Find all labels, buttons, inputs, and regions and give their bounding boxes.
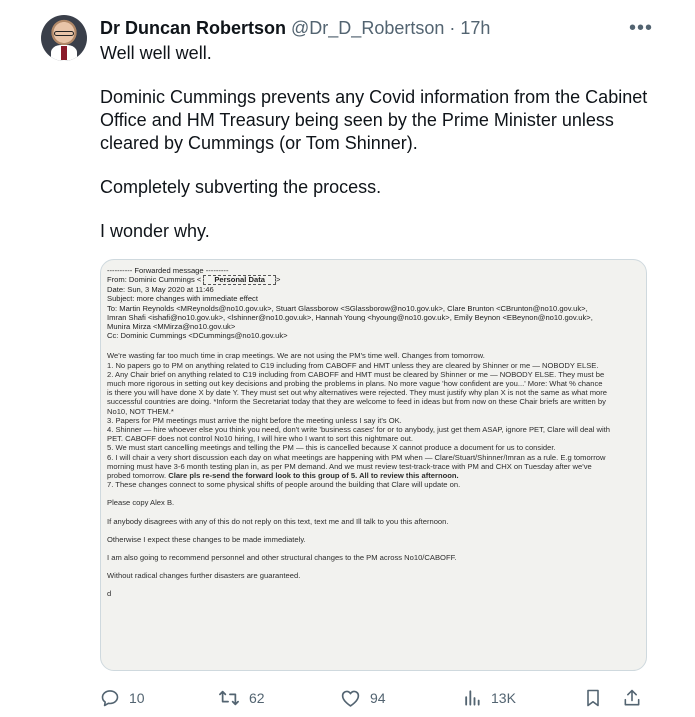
email-body: We're wasting far too much time in crap … [107, 351, 640, 489]
email-body-line: morning must have 3-6 month testing plan… [107, 461, 592, 471]
tweet-paragraph: Dominic Cummings prevents any Covid info… [100, 87, 648, 153]
reply-button[interactable]: 10 [100, 688, 145, 708]
email-body-line: 2. Any Chair brief on anything related t… [107, 369, 605, 379]
email-body-line: 7. These changes connect to some physica… [107, 480, 461, 490]
email-body-line: No10, NOT THEM.* [107, 406, 174, 416]
share-button[interactable] [622, 688, 642, 708]
email-body-text: probed tomorrow. [107, 471, 167, 481]
email-body-line: 4. Shinner — hire whoever else you think… [107, 425, 610, 435]
email-body-line: is there you will have done X by date Y.… [107, 388, 608, 398]
email-body-bold: Clare pls re-send the forward look to th… [168, 471, 459, 481]
email-tail-line: I am also going to recommend personnel a… [107, 553, 457, 563]
tweet-paragraph: Well well well. [100, 43, 212, 63]
reply-icon [100, 688, 120, 708]
email-body-line: much more rigorous in setting out key de… [107, 379, 603, 389]
avatar-tie [61, 46, 67, 60]
email-body-line: 6. I will chair a very short discussion … [107, 452, 606, 462]
tweet-image[interactable]: ---------- Forwarded message --------- F… [100, 259, 647, 671]
avatar-glasses [54, 31, 74, 36]
tweet-text: Well well well. Dominic Cummings prevent… [100, 42, 660, 264]
date-line: Date: Sun, 3 May 2020 at 11:46 [107, 285, 214, 295]
tweet-paragraph: I wonder why. [100, 221, 210, 241]
from-end: > [275, 275, 281, 285]
bookmark-icon [583, 688, 603, 708]
retweet-count: 62 [249, 690, 265, 706]
author-handle[interactable]: @Dr_D_Robertson [291, 18, 444, 38]
bookmark-button[interactable] [583, 688, 603, 708]
views-button[interactable]: 13K [462, 688, 516, 708]
email-signoff: d [107, 589, 112, 599]
like-icon [340, 688, 361, 708]
email-screenshot: ---------- Forwarded message --------- F… [107, 266, 640, 599]
email-body-line: 1. No papers go to PM on anything relate… [107, 360, 599, 370]
email-body-line: 3. Papers for PM meetings must arrive th… [107, 415, 402, 425]
author-name[interactable]: Dr Duncan Robertson [100, 18, 286, 38]
to-line: To: Martin Reynolds <MReynolds@no10.gov.… [107, 303, 588, 313]
header-separator: · [449, 18, 456, 38]
email-tail-line: Without radical changes further disaster… [107, 571, 301, 581]
email-body-line: successful countries are doing. *Inform … [107, 397, 606, 407]
to-line: Imran Shafi <ishafi@no10.gov.uk>, <lshin… [107, 312, 593, 322]
email-header: ---------- Forwarded message --------- F… [107, 266, 640, 340]
more-icon[interactable]: ••• [629, 18, 653, 38]
retweet-icon [218, 688, 240, 708]
reply-count: 10 [129, 690, 145, 706]
email-body-line: 5. We must start cancelling meetings and… [107, 443, 556, 453]
author-avatar[interactable] [41, 15, 87, 61]
email-body-line: probed tomorrow. Clare pls re-send the f… [107, 471, 640, 480]
personal-data-redaction: Personal Data [203, 275, 276, 286]
from-line: From: Dominic Cummings < Personal Data > [107, 275, 640, 286]
retweet-button[interactable]: 62 [218, 688, 265, 708]
cc-line: Cc: Dominic Cummings <DCummings@no10.gov… [107, 331, 288, 341]
email-body-line: PET. CABOFF does not control No10 hiring… [107, 434, 413, 444]
email-tail-line: If anybody disagrees with any of this do… [107, 516, 449, 526]
to-line: Munira Mirza <MMirza@no10.gov.uk> [107, 322, 236, 332]
tweet-timestamp[interactable]: 17h [460, 18, 490, 38]
views-count: 13K [491, 690, 516, 706]
email-body-line: We're wasting far too much time in crap … [107, 351, 485, 361]
email-tail-line: Otherwise I expect these changes to be m… [107, 534, 306, 544]
from-label: From: Dominic Cummings < [107, 275, 202, 285]
like-count: 94 [370, 690, 386, 706]
subject-line: Subject: more changes with immediate eff… [107, 294, 258, 304]
forwarded-line: ---------- Forwarded message --------- [107, 266, 229, 275]
share-icon [622, 688, 642, 708]
like-button[interactable]: 94 [340, 688, 386, 708]
views-icon [462, 688, 482, 708]
tweet-header: Dr Duncan Robertson @Dr_D_Robertson · 17… [100, 16, 635, 40]
tweet-actions: 10 62 94 13K [100, 688, 665, 716]
email-tail-line: Please copy Alex B. [107, 498, 175, 508]
tweet-paragraph: Completely subverting the process. [100, 177, 382, 197]
